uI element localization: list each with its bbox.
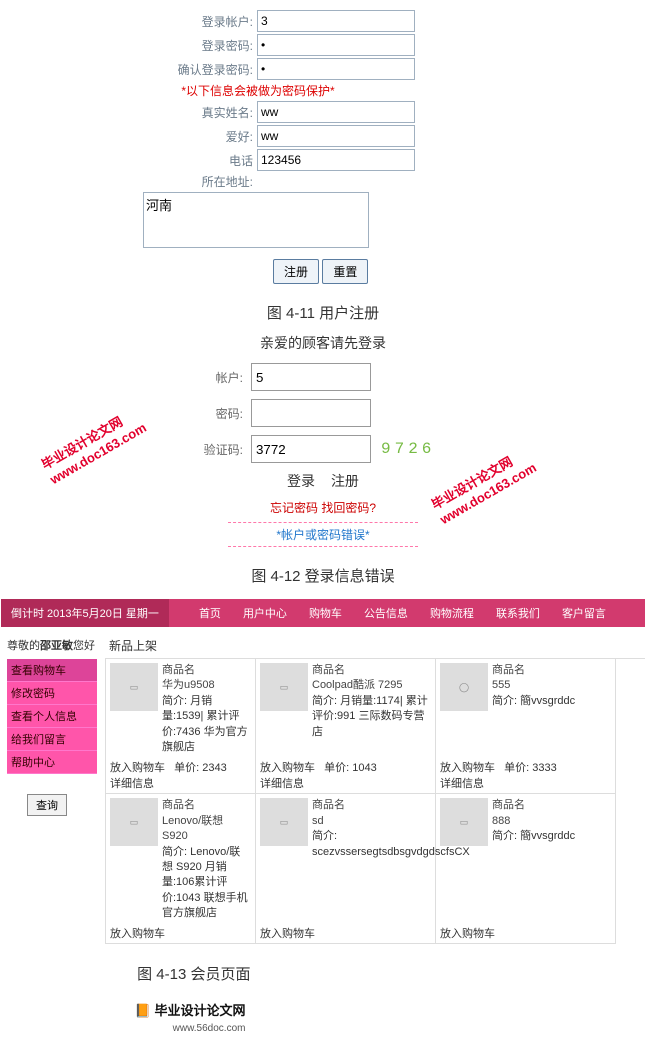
pwd-protect-note: *以下信息会被做为密码保护* <box>123 82 393 99</box>
pwd-label: 登录密码: <box>123 37 257 54</box>
hello-username: 邵亚敏 <box>40 640 73 652</box>
product-price: 单价: 1043 <box>324 762 377 774</box>
realname-input[interactable] <box>257 101 415 123</box>
product-card: ▭ 商品名Coolpad酷派 7295简介: 月销量:1174| 累计评价:99… <box>256 659 436 759</box>
add-to-cart-button[interactable]: 放入购物车 <box>110 762 165 774</box>
account-label: 登录帐户: <box>123 13 257 30</box>
product-desc: 简介: 月销量:1539| 累计评价:7436 华为官方旗舰店 <box>162 694 251 756</box>
product-desc: 简介: Lenovo/联想 S920 月销量:106累计评价:1043 联想手机… <box>162 845 251 922</box>
reset-button[interactable]: 重置 <box>322 259 368 284</box>
add-to-cart-button[interactable]: 放入购物车 <box>440 762 495 774</box>
product-card: ▭ 商品名华为u9508简介: 月销量:1539| 累计评价:7436 华为官方… <box>106 659 256 759</box>
product-price: 单价: 2343 <box>174 762 227 774</box>
section-title: 新品上架 <box>109 637 645 654</box>
phone-input[interactable] <box>257 149 415 171</box>
sidebar-item-profile[interactable]: 查看个人信息 <box>7 705 97 728</box>
add-to-cart-button[interactable]: 放入购物车 <box>440 928 495 940</box>
figure-4-13-caption: 图 4-13 会员页面 <box>0 963 388 984</box>
login-button[interactable]: 登录 <box>287 471 315 491</box>
member-page: 倒计时 2013年5月20日 星期一 首页 用户中心 购物车 公告信息 购物流程… <box>0 598 646 945</box>
product-name: 555 <box>492 679 510 691</box>
sidebar-item-cart[interactable]: 查看购物车 <box>7 659 97 682</box>
hello-prefix: 尊敬的 <box>7 640 40 652</box>
sidebar-item-password[interactable]: 修改密码 <box>7 682 97 705</box>
pwd2-input[interactable] <box>257 58 415 80</box>
nav-cart[interactable]: 购物车 <box>309 605 342 621</box>
pwd2-label: 确认登录密码: <box>123 61 257 78</box>
sidebar-item-feedback[interactable]: 给我们留言 <box>7 728 97 751</box>
nav-user-center[interactable]: 用户中心 <box>243 605 287 621</box>
login-account-label: 帐户: <box>173 369 251 386</box>
product-name: Coolpad酷派 7295 <box>312 679 403 691</box>
product-image-icon: ▭ <box>110 798 158 846</box>
nav-date: 倒计时 2013年5月20日 星期一 <box>1 599 169 627</box>
nav-notice[interactable]: 公告信息 <box>364 605 408 621</box>
product-card: ▭ 商品名sd简介: scezvssersegtsdbsgvdgdscfsCX <box>256 794 436 925</box>
product-image-icon: ▭ <box>110 663 158 711</box>
sidebar: 尊敬的邵亚敏您好 查看购物车 修改密码 查看个人信息 给我们留言 帮助中心 查询 <box>7 635 97 944</box>
captcha-input[interactable] <box>251 435 371 463</box>
figure-4-12-caption: 图 4-12 登录信息错误 <box>0 565 646 586</box>
captcha-image: 9726 <box>381 440 435 458</box>
watermark-icon: 毕业设计论文网www.doc163.com <box>39 405 150 489</box>
login-title: 亲爱的顾客请先登录 <box>173 333 473 353</box>
sidebar-item-help[interactable]: 帮助中心 <box>7 751 97 774</box>
product-image-icon: ◯ <box>440 663 488 711</box>
detail-link[interactable]: 详细信息 <box>440 778 484 790</box>
realname-label: 真实姓名: <box>123 104 257 121</box>
nav-flow[interactable]: 购物流程 <box>430 605 474 621</box>
product-card: ◯ 商品名555简介: 簡vvsgrddc <box>436 659 616 759</box>
book-icon: 📙 <box>135 1003 151 1018</box>
hello-suffix: 您好 <box>73 640 95 652</box>
product-name: Lenovo/联想 S920 <box>162 815 223 842</box>
product-card: ▭ 商品名Lenovo/联想 S920简介: Lenovo/联想 S920 月销… <box>106 794 256 925</box>
product-image-icon: ▭ <box>260 663 308 711</box>
login-account-input[interactable] <box>251 363 371 391</box>
nav-contact[interactable]: 联系我们 <box>496 605 540 621</box>
detail-link[interactable]: 详细信息 <box>110 778 154 790</box>
add-to-cart-button[interactable]: 放入购物车 <box>110 928 165 940</box>
add-to-cart-button[interactable]: 放入购物车 <box>260 928 315 940</box>
addr-input[interactable]: 河南 <box>143 192 369 248</box>
product-image-icon: ▭ <box>260 798 308 846</box>
login-error-message: *帐户或密码错误* <box>228 522 418 547</box>
product-price: 单价: 3333 <box>504 762 557 774</box>
add-to-cart-button[interactable]: 放入购物车 <box>260 762 315 774</box>
product-image-icon: ▭ <box>440 798 488 846</box>
product-desc: 简介: 簡vvsgrddc <box>492 694 611 709</box>
product-card: ▭ 商品名888简介: 簡vvsgrddc <box>436 794 616 925</box>
product-desc: 简介: 簡vvsgrddc <box>492 829 611 844</box>
top-nav: 倒计时 2013年5月20日 星期一 首页 用户中心 购物车 公告信息 购物流程… <box>1 599 645 627</box>
product-desc: 简介: 月销量:1174| 累计评价:991 三际数码专营店 <box>312 694 431 740</box>
login-pwd-label: 密码: <box>173 405 251 422</box>
goto-register-button[interactable]: 注册 <box>331 471 359 491</box>
captcha-label: 验证码: <box>173 441 251 458</box>
account-input[interactable] <box>257 10 415 32</box>
product-name: 888 <box>492 815 510 827</box>
hobby-label: 爱好: <box>123 128 257 145</box>
site-logo: 📙 毕业设计论文网 www.56doc.com <box>0 994 259 1034</box>
register-button[interactable]: 注册 <box>273 259 319 284</box>
product-name: 华为u9508 <box>162 679 215 691</box>
nav-message[interactable]: 客户留言 <box>562 605 606 621</box>
phone-label: 电话 <box>123 152 257 169</box>
query-button[interactable]: 查询 <box>27 794 67 816</box>
hobby-input[interactable] <box>257 125 415 147</box>
registration-form: 登录帐户: 登录密码: 确认登录密码: *以下信息会被做为密码保护* 真实姓名:… <box>123 10 523 284</box>
nav-home[interactable]: 首页 <box>199 605 221 621</box>
product-name: sd <box>312 815 324 827</box>
addr-label: 所在地址: <box>123 173 257 190</box>
pwd-input[interactable] <box>257 34 415 56</box>
login-pwd-input[interactable] <box>251 399 371 427</box>
login-form: 亲爱的顾客请先登录 帐户: 密码: 验证码: 9726 登录 注册 忘记密码 找回… <box>173 333 473 547</box>
forgot-password-link[interactable]: 忘记密码 找回密码? <box>173 499 473 516</box>
detail-link[interactable]: 详细信息 <box>260 778 304 790</box>
figure-4-11-caption: 图 4-11 用户注册 <box>0 302 646 323</box>
